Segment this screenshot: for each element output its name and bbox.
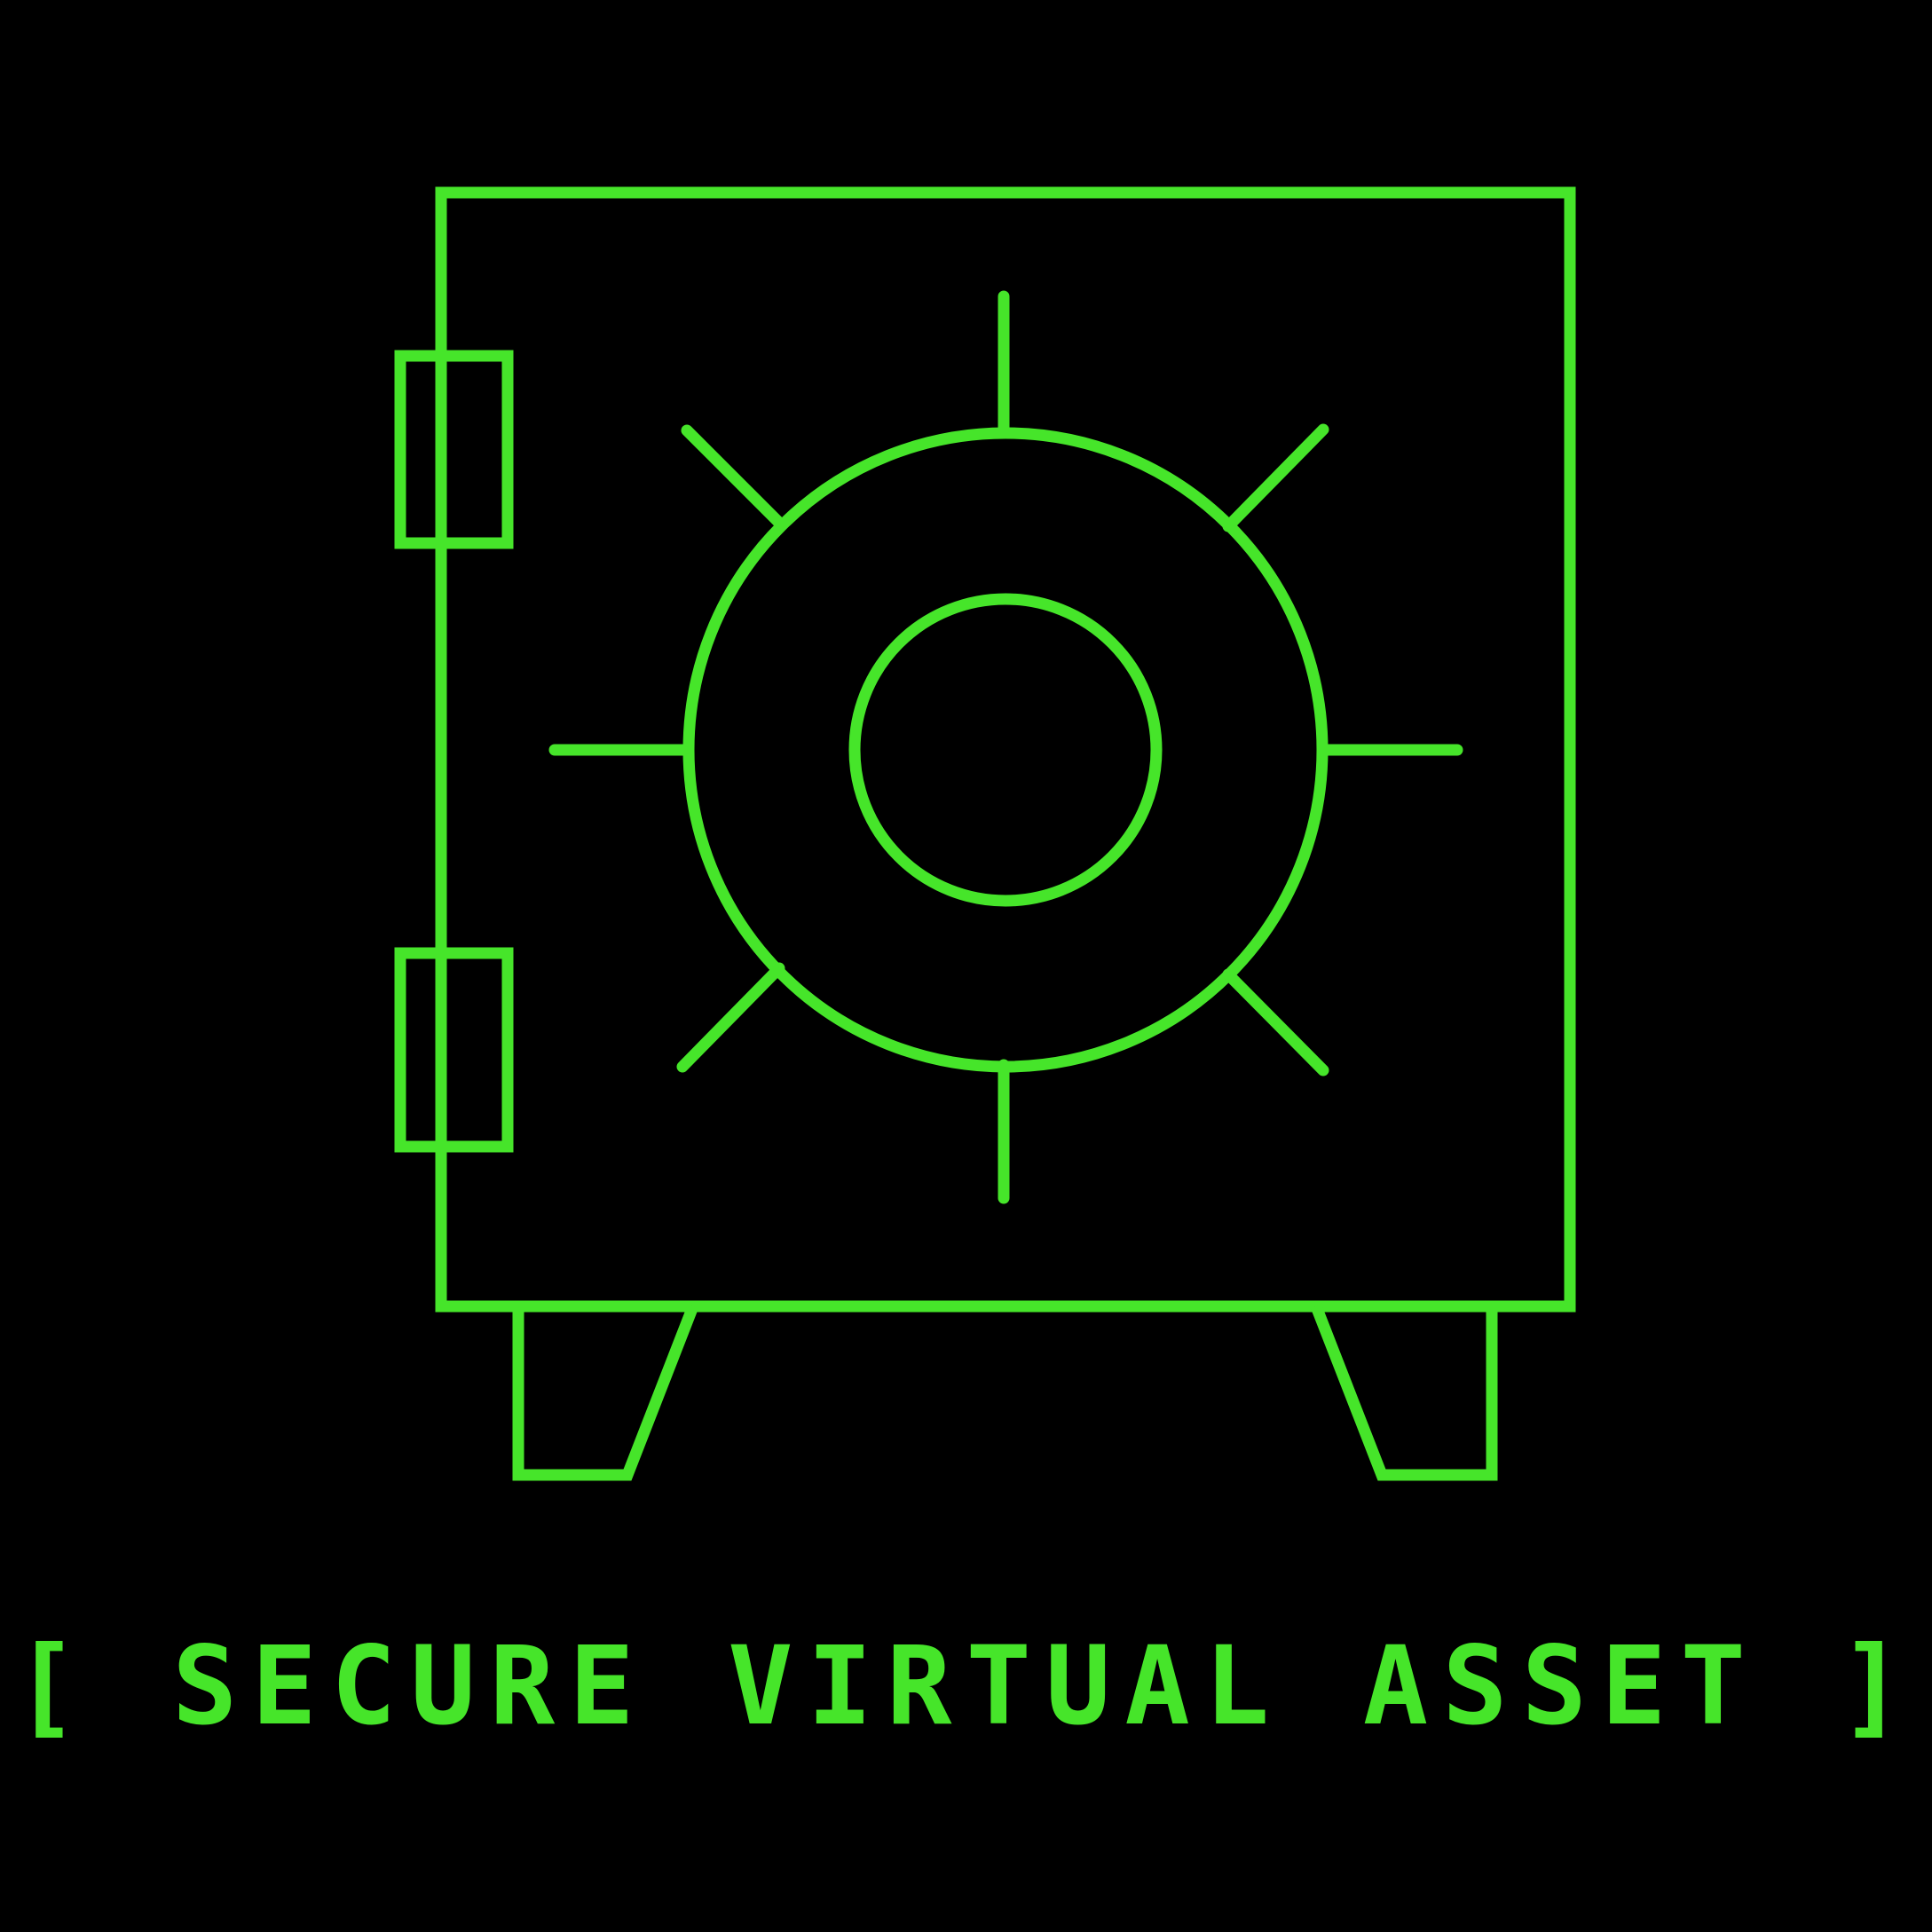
dial-spoke-top-left [681, 424, 787, 531]
hinge-top [394, 350, 514, 549]
left-foot [512, 1304, 699, 1481]
hinge-bottom [394, 947, 514, 1153]
dial-spokes [548, 290, 1463, 1204]
dial-spoke-bottom-right [1222, 968, 1329, 1076]
right-foot [1310, 1304, 1498, 1481]
vault-artwork: [ SECURE VIRTUAL ASSET ] [0, 0, 1932, 1932]
dial-spoke-bottom-left [676, 962, 785, 1073]
dial-inner [848, 593, 1163, 907]
dial-spoke-top-right [1222, 423, 1329, 532]
caption-text: [ SECURE VIRTUAL ASSET ] [13, 1623, 1919, 1749]
